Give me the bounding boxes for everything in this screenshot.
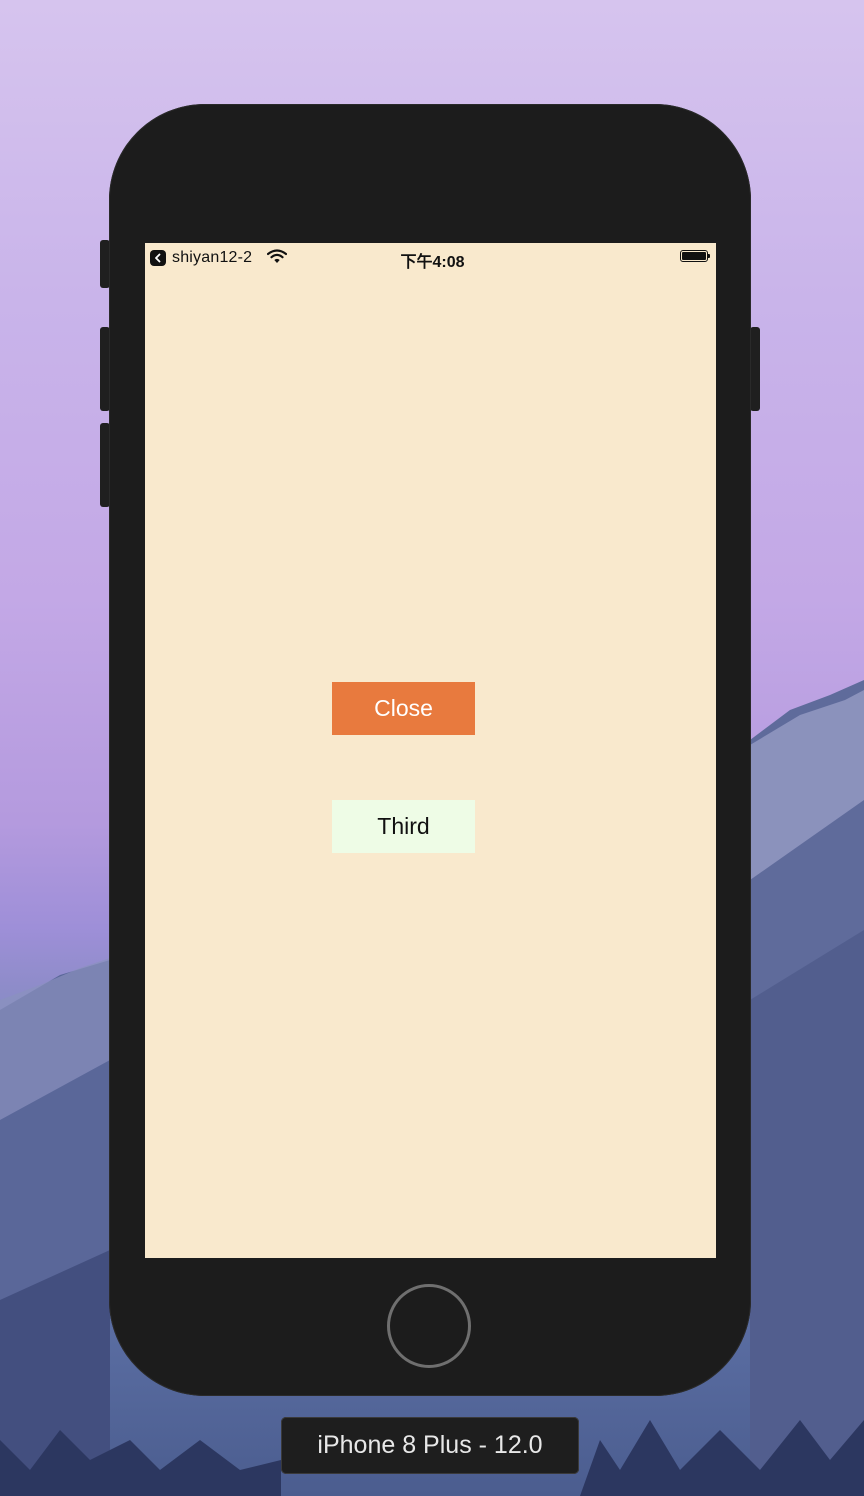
close-button[interactable]: Close bbox=[332, 682, 475, 735]
power-button bbox=[750, 327, 760, 411]
third-button[interactable]: Third bbox=[332, 800, 475, 853]
status-bar: shiyan12-2 下午4:08 bbox=[145, 243, 716, 271]
battery-fill bbox=[682, 252, 706, 260]
close-button-label: Close bbox=[374, 695, 433, 721]
app-screen: shiyan12-2 下午4:08 Close Third bbox=[145, 243, 716, 1258]
third-button-label: Third bbox=[377, 813, 430, 839]
simulator-device-label: iPhone 8 Plus - 12.0 bbox=[281, 1417, 579, 1474]
battery-icon bbox=[680, 250, 710, 262]
home-button[interactable] bbox=[387, 1284, 471, 1368]
status-time: 下午4:08 bbox=[400, 254, 465, 271]
